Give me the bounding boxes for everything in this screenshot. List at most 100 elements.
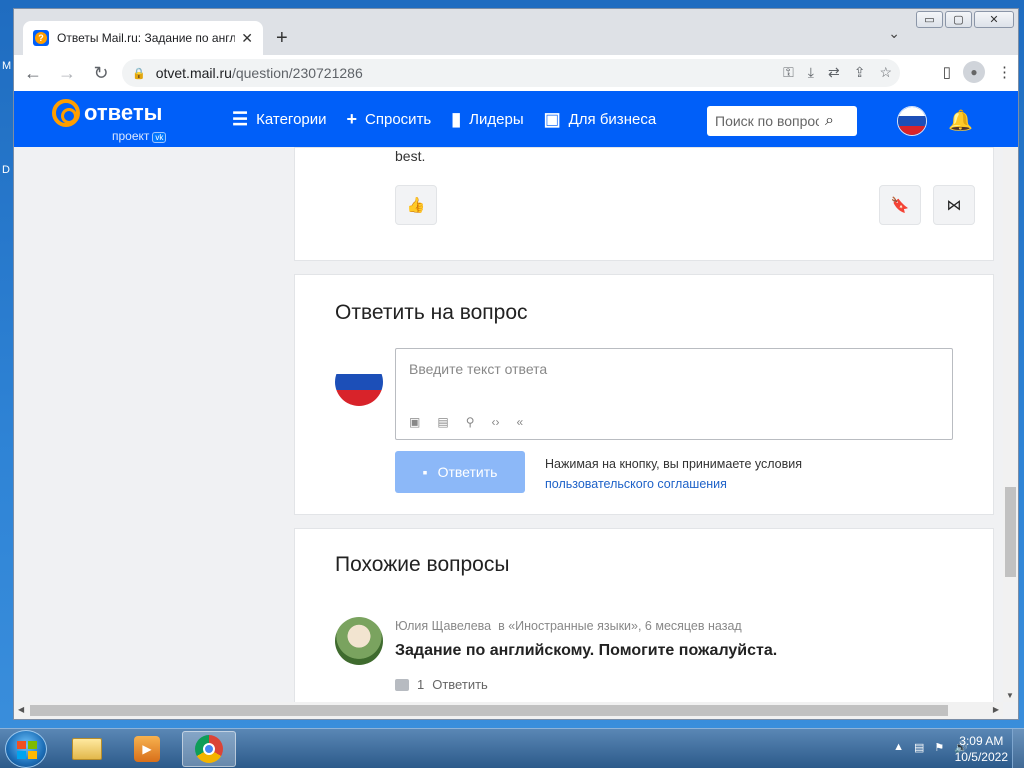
format-toolbar: ▣ ▤ ⚲ ‹› «: [409, 415, 523, 429]
tab-close-icon[interactable]: ✕: [241, 30, 253, 47]
like-button[interactable]: 👍: [395, 185, 437, 225]
site-logo[interactable]: ответы проект vk: [52, 99, 167, 143]
answer-link[interactable]: Ответить: [432, 677, 488, 692]
share-icon: ⋈: [946, 197, 962, 214]
vertical-scrollbar[interactable]: ▼: [1003, 147, 1018, 702]
nav-categories[interactable]: ☰ Категории: [232, 109, 327, 130]
question-title[interactable]: Задание по английскому. Помогите пожалуй…: [395, 642, 777, 660]
scroll-down-icon[interactable]: ▼: [1006, 691, 1014, 700]
video-icon[interactable]: ▤: [437, 415, 448, 429]
key-icon[interactable]: ⚿: [783, 64, 794, 81]
search-icon[interactable]: ⌕: [825, 112, 834, 130]
network-icon[interactable]: ▤: [914, 741, 924, 754]
minimize-button[interactable]: ▭: [916, 11, 943, 28]
toolbar-right: ▯ ● ⋮: [943, 61, 1012, 83]
address-bar[interactable]: 🔒 otvet.mail.ru/question/230721286 ⚿ ⤓ ⇄…: [122, 59, 900, 87]
similar-questions-card: Похожие вопросы Юлия Щавелева в «Иностра…: [294, 528, 994, 719]
share-button[interactable]: ⋈: [933, 185, 975, 225]
reload-icon[interactable]: ↻: [86, 58, 116, 88]
media-player-icon: ▶: [134, 736, 160, 762]
nav-business[interactable]: ▣ Для бизнеса: [544, 109, 657, 130]
scrollbar-thumb[interactable]: [30, 705, 948, 716]
at-logo-icon: [52, 99, 80, 127]
thumbs-up-icon: 👍: [406, 197, 426, 214]
nav-label: Спросить: [365, 110, 432, 128]
reply-card: Ответить на вопрос Введите текст ответа …: [294, 274, 994, 515]
plus-icon: +: [346, 108, 358, 129]
desktop-icon-label[interactable]: D: [2, 164, 10, 176]
horizontal-scrollbar[interactable]: ◀ ▶: [14, 702, 1003, 719]
bookmark-button[interactable]: 🔖: [879, 185, 921, 225]
nav-ask[interactable]: + Спросить: [347, 109, 432, 130]
avatar: [335, 358, 383, 406]
start-button[interactable]: [5, 730, 47, 768]
forward-icon[interactable]: →: [52, 58, 82, 88]
submit-label: Ответить: [437, 464, 498, 480]
answer-placeholder: Введите текст ответа: [409, 361, 548, 377]
browser-toolbar: ← → ↻ 🔒 otvet.mail.ru/question/230721286…: [14, 55, 1018, 91]
reply-heading: Ответить на вопрос: [335, 301, 528, 324]
profile-avatar[interactable]: ●: [963, 61, 985, 83]
comment-icon: [395, 678, 409, 691]
avatar[interactable]: [335, 617, 383, 665]
new-tab-button[interactable]: +: [276, 27, 288, 50]
menu-icon[interactable]: ⋮: [997, 63, 1012, 81]
share-icon[interactable]: ⇪: [854, 64, 866, 81]
main-nav: ☰ Категории + Спросить ▮ Лидеры ▣ Для бизнес…: [232, 91, 656, 147]
answer-textarea[interactable]: Введите текст ответа ▣ ▤ ⚲ ‹› «: [395, 348, 953, 440]
action-center-icon[interactable]: ⚑: [934, 741, 944, 754]
nav-leaders[interactable]: ▮ Лидеры: [451, 109, 523, 130]
clock-date: 10/5/2022: [954, 750, 1008, 764]
side-panel-icon[interactable]: ▯: [943, 63, 951, 81]
similar-heading: Похожие вопросы: [335, 553, 510, 576]
page-viewport: ответы проект vk ☰ Категории + Спросить ▮ Ли…: [14, 91, 1018, 719]
taskbar-chrome[interactable]: [182, 731, 236, 767]
link-icon[interactable]: ⚲: [466, 415, 475, 429]
site-search: ⌕: [707, 106, 857, 136]
question-stats: 1 Ответить: [395, 677, 488, 692]
author-name[interactable]: Юлия Щавелева: [395, 619, 491, 633]
tray-expand-icon[interactable]: ▲: [893, 741, 904, 754]
show-desktop-button[interactable]: [1012, 729, 1024, 768]
list-icon: ☰: [232, 108, 249, 129]
taskbar-explorer[interactable]: [60, 731, 114, 767]
taskbar-media-player[interactable]: ▶: [120, 731, 174, 767]
answers-count: 1: [417, 677, 425, 692]
user-avatar-flag[interactable]: [897, 106, 927, 136]
clock[interactable]: 3:09 AM 10/5/2022: [955, 733, 1008, 765]
browser-window: ? Ответы Mail.ru: Задание по англ ✕ + ⌄ …: [13, 8, 1019, 720]
close-window-button[interactable]: ✕: [974, 11, 1014, 28]
star-icon[interactable]: ☆: [879, 64, 892, 81]
chrome-icon: [195, 735, 223, 763]
vk-badge: vk: [152, 132, 167, 143]
terms-notice: Нажимая на кнопку, вы принимаете условия…: [545, 454, 802, 494]
omnibox-actions: ⚿ ⤓ ⇄ ⇪ ☆: [783, 64, 892, 81]
submit-answer-button[interactable]: ▪ Ответить: [395, 451, 525, 493]
install-icon[interactable]: ⤓: [808, 64, 814, 81]
translate-icon[interactable]: ⇄: [828, 64, 840, 81]
bell-icon[interactable]: 🔔: [948, 108, 973, 133]
scrollbar-thumb[interactable]: [1005, 487, 1016, 577]
bookmark-icon: 🔖: [890, 197, 910, 214]
quote-icon[interactable]: «: [516, 415, 523, 429]
terms-link[interactable]: пользовательского соглашения: [545, 477, 727, 491]
tab-title: Ответы Mail.ru: Задание по англ: [57, 31, 236, 45]
desktop-icon-label[interactable]: M: [2, 60, 11, 72]
back-icon[interactable]: ←: [18, 58, 48, 88]
maximize-button[interactable]: ▢: [945, 11, 972, 28]
window-controls: ▭ ▢ ✕: [916, 11, 1014, 28]
lock-icon[interactable]: 🔒: [132, 67, 146, 80]
code-icon[interactable]: ‹›: [491, 415, 499, 429]
logo-subtitle: проект vk: [112, 129, 167, 143]
logo-sub-text: проект: [112, 129, 150, 143]
clock-time: 3:09 AM: [959, 734, 1004, 748]
browser-tab[interactable]: ? Ответы Mail.ru: Задание по англ ✕: [23, 21, 263, 55]
nav-label: Лидеры: [469, 110, 524, 128]
answer-text: best.: [395, 148, 426, 164]
scroll-right-icon[interactable]: ▶: [993, 705, 999, 714]
briefcase-icon: ▣: [543, 108, 561, 129]
tab-search-icon[interactable]: ⌄: [888, 25, 900, 42]
scroll-left-icon[interactable]: ◀: [18, 705, 24, 714]
image-icon[interactable]: ▣: [409, 415, 420, 429]
search-input[interactable]: [715, 113, 819, 129]
